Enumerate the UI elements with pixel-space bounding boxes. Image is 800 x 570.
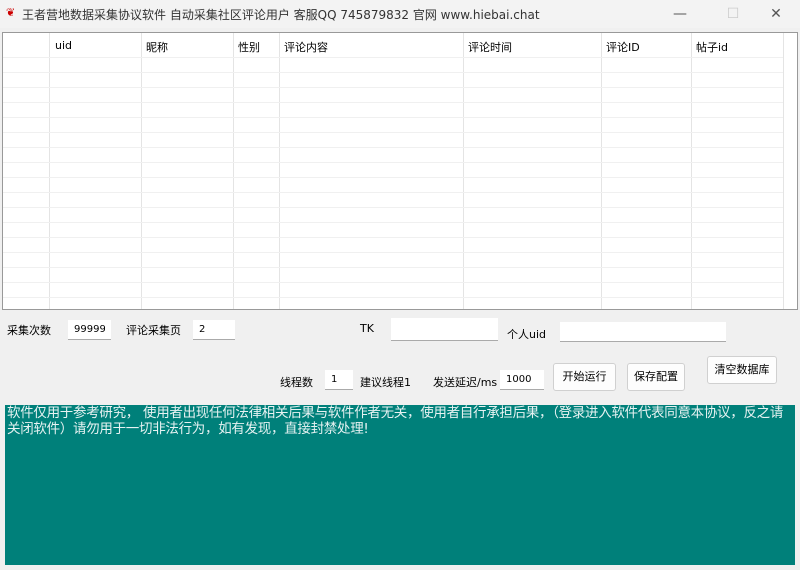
threads-label: 线程数 bbox=[280, 376, 313, 389]
row-divider bbox=[3, 252, 783, 253]
row-divider bbox=[3, 282, 783, 283]
close-button[interactable]: ✕ bbox=[756, 2, 796, 26]
column-header[interactable]: 昵称 bbox=[146, 39, 168, 55]
comment-pages-label: 评论采集页 bbox=[126, 324, 181, 337]
maximize-button[interactable]: ☐ bbox=[713, 2, 753, 26]
threads-hint: 建议线程1 bbox=[360, 376, 411, 389]
column-header[interactable]: 帖子id bbox=[696, 39, 728, 55]
row-divider bbox=[3, 117, 783, 118]
row-divider bbox=[3, 132, 783, 133]
comment-pages-input[interactable] bbox=[193, 320, 235, 340]
row-divider bbox=[3, 222, 783, 223]
title-bar: ❦ 王者营地数据采集协议软件 自动采集社区评论用户 客服QQ 745879832… bbox=[0, 0, 800, 28]
clear-database-button[interactable]: 清空数据库 bbox=[707, 356, 777, 384]
threads-input[interactable] bbox=[325, 370, 353, 390]
data-table[interactable]: uid 昵称 性别 评论内容 评论时间 评论ID 帖子id bbox=[2, 32, 798, 310]
row-divider bbox=[3, 102, 783, 103]
start-button[interactable]: 开始运行 bbox=[553, 363, 616, 391]
minimize-button[interactable]: — bbox=[660, 2, 700, 26]
delay-label: 发送延迟/ms bbox=[433, 376, 498, 389]
tk-input[interactable] bbox=[391, 318, 498, 341]
uid-label: 个人uid bbox=[507, 328, 547, 341]
row-divider bbox=[3, 87, 783, 88]
tk-label: TK bbox=[360, 322, 374, 335]
row-divider bbox=[3, 207, 783, 208]
header-divider bbox=[3, 57, 783, 58]
row-divider bbox=[3, 162, 783, 163]
app-icon: ❦ bbox=[6, 6, 16, 19]
delay-input[interactable] bbox=[500, 370, 544, 390]
column-header[interactable]: uid bbox=[55, 39, 72, 52]
row-divider bbox=[3, 72, 783, 73]
column-header[interactable]: 评论ID bbox=[606, 39, 640, 55]
row-divider bbox=[3, 192, 783, 193]
save-config-button[interactable]: 保存配置 bbox=[627, 363, 685, 391]
column-header[interactable]: 评论时间 bbox=[468, 39, 512, 55]
row-divider bbox=[3, 147, 783, 148]
row-divider bbox=[3, 177, 783, 178]
uid-input[interactable] bbox=[560, 322, 726, 342]
window-title: 王者营地数据采集协议软件 自动采集社区评论用户 客服QQ 745879832 官… bbox=[22, 8, 540, 22]
row-divider bbox=[3, 297, 783, 298]
log-output[interactable]: 软件仅用于参考研究， 使用者出现任何法律相关后果与软件作者无关，使用者自行承担后… bbox=[5, 405, 795, 565]
collect-count-input[interactable] bbox=[68, 320, 111, 340]
collect-count-label: 采集次数 bbox=[7, 324, 51, 337]
row-divider bbox=[3, 267, 783, 268]
row-divider bbox=[3, 237, 783, 238]
column-header[interactable]: 性别 bbox=[238, 39, 260, 55]
column-header[interactable]: 评论内容 bbox=[284, 39, 328, 55]
